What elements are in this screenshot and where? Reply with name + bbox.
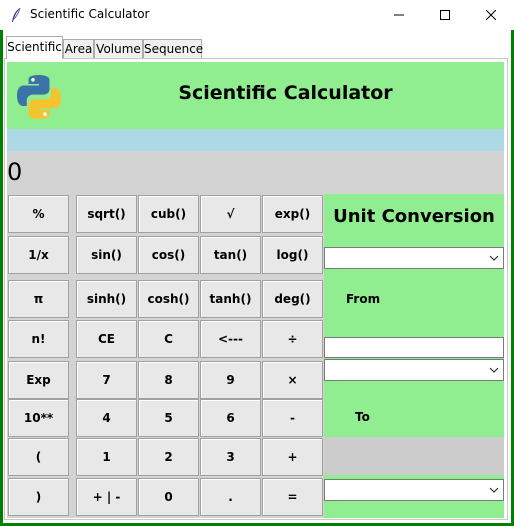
chevron-down-icon bbox=[489, 367, 499, 373]
close-icon bbox=[486, 10, 496, 20]
from-label: From bbox=[346, 292, 381, 306]
digit-4-button[interactable]: 4 bbox=[76, 399, 137, 437]
clear-entry-button[interactable]: CE bbox=[76, 320, 137, 358]
feather-icon bbox=[12, 7, 21, 22]
sinh-button[interactable]: sinh() bbox=[76, 280, 137, 318]
digit-6-button[interactable]: 6 bbox=[200, 399, 261, 437]
digit-3-button[interactable]: 3 bbox=[200, 438, 261, 476]
calculator-display: 0 bbox=[7, 151, 504, 194]
keypad: % sqrt() cub() √ exp() 1/x sin() cos() tan() log(… bbox=[7, 194, 324, 518]
digit-9-button[interactable]: 9 bbox=[200, 361, 261, 399]
decimal-button[interactable]: . bbox=[200, 478, 261, 516]
cos-button[interactable]: cos() bbox=[138, 236, 199, 274]
header: Scientific Calculator bbox=[7, 62, 504, 129]
from-unit-select[interactable] bbox=[324, 359, 504, 381]
add-button[interactable]: + bbox=[262, 438, 323, 476]
tab-volume[interactable]: Volume bbox=[94, 39, 143, 58]
backspace-button[interactable]: <--- bbox=[200, 320, 261, 358]
multiply-button[interactable]: × bbox=[262, 361, 323, 399]
digit-8-button[interactable]: 8 bbox=[138, 361, 199, 399]
close-paren-button[interactable]: ) bbox=[8, 478, 69, 516]
reciprocal-button[interactable]: 1/x bbox=[8, 236, 69, 274]
deg-button[interactable]: deg() bbox=[262, 280, 323, 318]
tanh-button[interactable]: tanh() bbox=[200, 280, 261, 318]
title-bar: Scientific Calculator bbox=[0, 0, 514, 30]
pow10-button[interactable]: 10** bbox=[8, 399, 69, 437]
root-button[interactable]: √ bbox=[200, 195, 261, 233]
digit-7-button[interactable]: 7 bbox=[76, 361, 137, 399]
factorial-button[interactable]: n! bbox=[8, 320, 69, 358]
maximize-button[interactable] bbox=[422, 0, 468, 30]
digit-2-button[interactable]: 2 bbox=[138, 438, 199, 476]
exp-notation-button[interactable]: Exp bbox=[8, 361, 69, 399]
maximize-icon bbox=[440, 10, 450, 20]
chevron-down-icon bbox=[489, 487, 499, 493]
clear-button[interactable]: C bbox=[138, 320, 199, 358]
digit-1-button[interactable]: 1 bbox=[76, 438, 137, 476]
cube-button[interactable]: cub() bbox=[138, 195, 199, 233]
chevron-down-icon bbox=[489, 255, 499, 261]
to-unit-select[interactable] bbox=[324, 479, 504, 501]
log-button[interactable]: log() bbox=[262, 236, 323, 274]
conversion-category-select[interactable] bbox=[324, 247, 504, 269]
cosh-button[interactable]: cosh() bbox=[138, 280, 199, 318]
subtract-button[interactable]: - bbox=[262, 399, 323, 437]
window-title: Scientific Calculator bbox=[30, 7, 150, 21]
pi-button[interactable]: π bbox=[8, 280, 69, 318]
from-value-input[interactable] bbox=[324, 337, 504, 358]
negate-button[interactable]: + | - bbox=[76, 478, 137, 516]
minimize-icon bbox=[394, 14, 404, 16]
sin-button[interactable]: sin() bbox=[76, 236, 137, 274]
open-paren-button[interactable]: ( bbox=[8, 438, 69, 476]
unit-conversion-title: Unit Conversion bbox=[333, 206, 495, 227]
digit-0-button[interactable]: 0 bbox=[138, 478, 199, 516]
tan-button[interactable]: tan() bbox=[200, 236, 261, 274]
unit-conversion-panel: Unit Conversion From To bbox=[324, 194, 504, 518]
exp-button[interactable]: exp() bbox=[262, 195, 323, 233]
close-button[interactable] bbox=[468, 0, 514, 30]
tab-area[interactable]: Area bbox=[63, 39, 94, 58]
to-label: To bbox=[355, 410, 370, 424]
tab-sequence[interactable]: Sequence bbox=[143, 39, 203, 58]
tab-scientific[interactable]: Scientific bbox=[6, 36, 63, 59]
to-result-area bbox=[324, 437, 504, 475]
equals-button[interactable]: = bbox=[262, 478, 323, 516]
percent-button[interactable]: % bbox=[8, 195, 69, 233]
display-value: 0 bbox=[7, 158, 23, 186]
divide-button[interactable]: ÷ bbox=[262, 320, 323, 358]
info-band bbox=[7, 129, 504, 151]
digit-5-button[interactable]: 5 bbox=[138, 399, 199, 437]
header-title: Scientific Calculator bbox=[178, 82, 393, 104]
sqrt-button[interactable]: sqrt() bbox=[76, 195, 137, 233]
minimize-button[interactable] bbox=[376, 0, 422, 30]
